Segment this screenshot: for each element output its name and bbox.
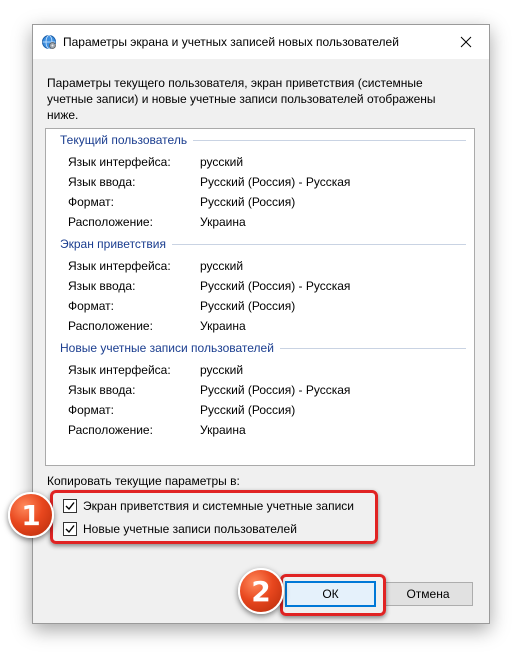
setting-value: Русский (Россия) bbox=[200, 195, 296, 209]
setting-key: Расположение: bbox=[68, 215, 153, 229]
setting-row: Формат: Русский (Россия) bbox=[68, 299, 468, 315]
section-title: Новые учетные записи пользователей bbox=[60, 341, 274, 355]
setting-value: русский bbox=[200, 259, 244, 273]
setting-row: Язык интерфейса: русский bbox=[68, 363, 468, 379]
title-bar: Параметры экрана и учетных записей новых… bbox=[33, 25, 489, 59]
setting-key: Формат: bbox=[68, 195, 114, 209]
dialog-description: Параметры текущего пользователя, экран п… bbox=[47, 76, 436, 122]
section-divider bbox=[193, 139, 466, 141]
setting-key: Язык интерфейса: bbox=[68, 259, 171, 273]
setting-key: Расположение: bbox=[68, 319, 153, 333]
setting-value: Русский (Россия) - Русская bbox=[200, 175, 351, 189]
setting-key: Формат: bbox=[68, 299, 114, 313]
ok-highlight-frame bbox=[280, 574, 386, 616]
setting-row: Расположение: Украина bbox=[68, 215, 468, 231]
setting-row: Язык ввода: Русский (Россия) - Русская bbox=[68, 279, 468, 295]
setting-value: русский bbox=[200, 155, 244, 169]
setting-value: Украина bbox=[200, 423, 246, 437]
setting-value: русский bbox=[200, 363, 244, 377]
close-icon bbox=[460, 36, 472, 48]
setting-row: Расположение: Украина bbox=[68, 423, 468, 439]
setting-value: Украина bbox=[200, 319, 246, 333]
setting-value: Русский (Россия) - Русская bbox=[200, 279, 351, 293]
step-badge-2: 2 bbox=[238, 568, 284, 614]
section-divider bbox=[279, 347, 466, 349]
setting-key: Расположение: bbox=[68, 423, 153, 437]
section-new-user-accounts: Новые учетные записи пользователей bbox=[60, 340, 466, 356]
section-title: Экран приветствия bbox=[60, 237, 167, 251]
setting-row: Язык интерфейса: русский bbox=[68, 259, 468, 275]
setting-row: Формат: Русский (Россия) bbox=[68, 195, 468, 211]
setting-key: Язык интерфейса: bbox=[68, 363, 171, 377]
close-button[interactable] bbox=[443, 25, 489, 59]
copy-settings-label: Копировать текущие параметры в: bbox=[47, 474, 240, 488]
settings-summary-panel: Текущий пользователь Язык интерфейса: рус… bbox=[45, 128, 475, 466]
setting-key: Формат: bbox=[68, 403, 114, 417]
checkbox-highlight-frame bbox=[50, 490, 378, 544]
setting-key: Язык ввода: bbox=[68, 383, 136, 397]
setting-row: Формат: Русский (Россия) bbox=[68, 403, 468, 419]
setting-key: Язык ввода: bbox=[68, 175, 136, 189]
setting-value: Украина bbox=[200, 215, 246, 229]
setting-value: Русский (Россия) bbox=[200, 299, 296, 313]
window-title: Параметры экрана и учетных записей новых… bbox=[63, 35, 399, 49]
setting-row: Язык ввода: Русский (Россия) - Русская bbox=[68, 175, 468, 191]
section-welcome-screen: Экран приветствия bbox=[60, 236, 466, 252]
section-current-user: Текущий пользователь bbox=[60, 132, 466, 148]
section-title: Текущий пользователь bbox=[60, 133, 188, 147]
cancel-button[interactable]: Отмена bbox=[383, 582, 473, 606]
setting-key: Язык ввода: bbox=[68, 279, 136, 293]
setting-key: Язык интерфейса: bbox=[68, 155, 171, 169]
setting-row: Язык интерфейса: русский bbox=[68, 155, 468, 171]
section-divider bbox=[172, 243, 466, 245]
setting-row: Расположение: Украина bbox=[68, 319, 468, 335]
setting-value: Русский (Россия) - Русская bbox=[200, 383, 351, 397]
step-badge-1: 1 bbox=[8, 492, 54, 538]
setting-value: Русский (Россия) bbox=[200, 403, 296, 417]
globe-settings-icon bbox=[41, 34, 57, 50]
setting-row: Язык ввода: Русский (Россия) - Русская bbox=[68, 383, 468, 399]
